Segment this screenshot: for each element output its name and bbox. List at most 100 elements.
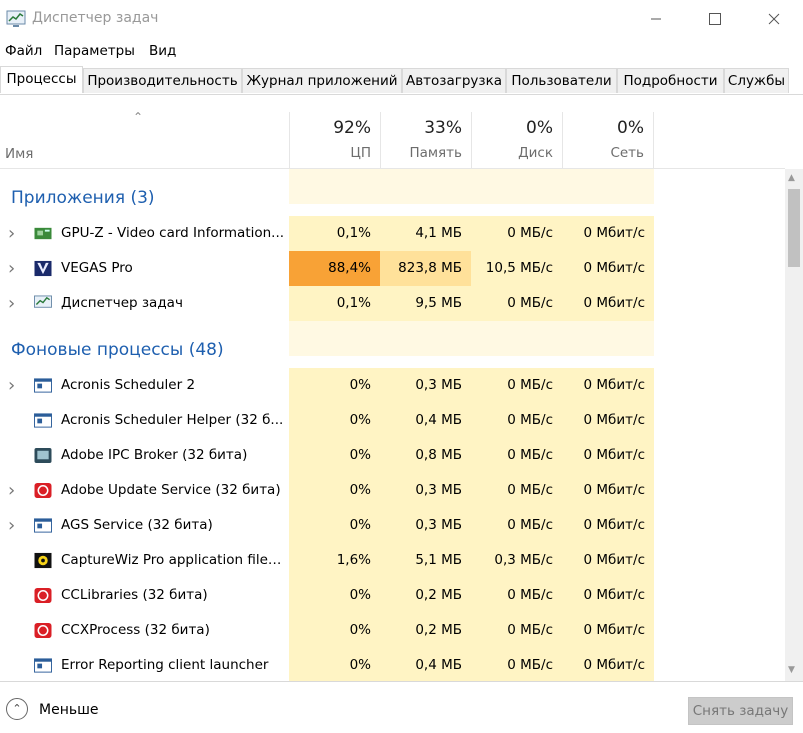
close-icon bbox=[768, 13, 780, 25]
footer: ⌃ Меньше Снять задачу bbox=[0, 681, 803, 733]
memory-label: Память bbox=[409, 145, 462, 161]
net-value: 0 Мбит/с bbox=[583, 657, 645, 673]
process-list: Приложения (3) › GPU-Z - Video card Inform… bbox=[0, 169, 785, 681]
heat-cell bbox=[380, 169, 471, 204]
network-label: Сеть bbox=[610, 145, 644, 161]
net-value: 0 Мбит/с bbox=[583, 552, 645, 568]
net-value: 0 Мбит/с bbox=[583, 517, 645, 533]
disk-value: 0,3 МБ/с bbox=[494, 552, 553, 568]
disk-value: 0 МБ/с bbox=[507, 412, 553, 428]
menu-options[interactable]: Параметры bbox=[54, 43, 135, 59]
expand-chevron-icon[interactable]: › bbox=[8, 251, 15, 286]
table-row[interactable]: CaptureWiz Pro application file ... 1,6% 5… bbox=[0, 543, 785, 578]
app-window-icon bbox=[34, 658, 52, 673]
fewer-details-link[interactable]: Меньше bbox=[39, 702, 99, 718]
table-row[interactable]: › Acronis Scheduler 2 0% 0,3 МБ 0 МБ/с 0 Мбит… bbox=[0, 368, 785, 403]
mem-value: 0,2 МБ bbox=[415, 587, 462, 603]
table-row[interactable]: Adobe IPC Broker (32 бита) 0% 0,8 МБ 0 МБ/с… bbox=[0, 438, 785, 473]
group-header: Фоновые процессы (48) bbox=[0, 321, 785, 368]
table-row[interactable]: › Диспетчер задач 0,1% 9,5 МБ 0 МБ/с 0 Мбит/с bbox=[0, 286, 785, 321]
cpu-value: 0% bbox=[349, 587, 371, 603]
process-name: VEGAS Pro bbox=[61, 260, 133, 276]
mem-value: 0,3 МБ bbox=[415, 482, 462, 498]
process-name: GPU-Z - Video card Information... bbox=[61, 225, 285, 241]
tab-performance[interactable]: Производительность bbox=[83, 68, 242, 93]
column-network[interactable]: 0% Сеть bbox=[562, 112, 654, 168]
table-row[interactable]: Error Reporting client launcher 0% 0,4 МБ 0… bbox=[0, 648, 785, 681]
heat-cell bbox=[471, 169, 562, 204]
menu-file[interactable]: Файл bbox=[5, 43, 42, 59]
maximize-icon bbox=[709, 13, 721, 25]
cpu-value: 0% bbox=[349, 447, 371, 463]
disk-label: Диск bbox=[518, 145, 553, 161]
vertical-scrollbar[interactable]: ▲ ▼ bbox=[785, 169, 803, 681]
heat-cell bbox=[471, 321, 562, 356]
group-title[interactable]: Приложения (3) bbox=[11, 181, 155, 216]
capturewiz-icon bbox=[34, 552, 52, 569]
tab-details[interactable]: Подробности bbox=[617, 68, 724, 93]
process-name: CCXProcess (32 бита) bbox=[61, 622, 210, 638]
table-row[interactable]: › GPU-Z - Video card Information... 0,1% 4,… bbox=[0, 216, 785, 251]
expand-chevron-icon[interactable]: › bbox=[8, 368, 15, 403]
task-manager-icon bbox=[6, 10, 26, 27]
disk-value: 0 МБ/с bbox=[507, 517, 553, 533]
table-row[interactable]: Acronis Scheduler Helper (32 б... 0% 0,4 М… bbox=[0, 403, 785, 438]
table-row[interactable]: › Adobe Update Service (32 бита) 0% 0,3 МБ 0… bbox=[0, 473, 785, 508]
cpu-value: 0% bbox=[349, 412, 371, 428]
column-name[interactable]: Имя bbox=[5, 146, 33, 162]
maximize-button[interactable] bbox=[692, 0, 738, 38]
table-row[interactable]: CCLibraries (32 бита) 0% 0,2 МБ 0 МБ/с 0 Мби… bbox=[0, 578, 785, 613]
column-disk[interactable]: 0% Диск bbox=[471, 112, 562, 168]
table-row[interactable]: CCXProcess (32 бита) 0% 0,2 МБ 0 МБ/с 0 Мбит… bbox=[0, 613, 785, 648]
tab-app-history[interactable]: Журнал приложений bbox=[242, 68, 402, 93]
tab-processes[interactable]: Процессы bbox=[0, 66, 83, 93]
minimize-button[interactable] bbox=[633, 0, 679, 38]
vegas-icon bbox=[34, 260, 52, 277]
scroll-down-icon[interactable]: ▼ bbox=[788, 665, 795, 675]
disk-value: 0 МБ/с bbox=[507, 447, 553, 463]
collapse-details-icon[interactable]: ⌃ bbox=[6, 698, 28, 720]
cpu-value: 0% bbox=[349, 657, 371, 673]
cpu-value: 88,4% bbox=[328, 260, 371, 276]
tab-services[interactable]: Службы bbox=[724, 68, 789, 93]
scroll-thumb[interactable] bbox=[788, 189, 800, 267]
net-value: 0 Мбит/с bbox=[583, 260, 645, 276]
end-task-button[interactable]: Снять задачу bbox=[688, 697, 793, 725]
cpu-total: 92% bbox=[333, 118, 371, 138]
adobe-ipc-icon bbox=[34, 447, 52, 464]
disk-value: 0 МБ/с bbox=[507, 225, 553, 241]
mem-value: 823,8 МБ bbox=[398, 260, 462, 276]
disk-value: 0 МБ/с bbox=[507, 482, 553, 498]
sort-ascending-icon: ⌃ bbox=[133, 110, 144, 124]
tab-users[interactable]: Пользователи bbox=[506, 68, 617, 93]
mem-value: 5,1 МБ bbox=[415, 552, 462, 568]
tab-startup[interactable]: Автозагрузка bbox=[402, 68, 506, 93]
expand-chevron-icon[interactable]: › bbox=[8, 216, 15, 251]
app-window-icon bbox=[34, 413, 52, 428]
heat-cell bbox=[289, 169, 380, 204]
mem-value: 0,3 МБ bbox=[415, 377, 462, 393]
cpu-value: 0% bbox=[349, 377, 371, 393]
process-name: Диспетчер задач bbox=[61, 295, 183, 311]
expand-chevron-icon[interactable]: › bbox=[8, 508, 15, 543]
heat-cell bbox=[562, 321, 654, 356]
process-name: AGS Service (32 бита) bbox=[61, 517, 213, 533]
table-row[interactable]: › VEGAS Pro 88,4% 823,8 МБ 10,5 МБ/с 0 Мбит/с bbox=[0, 251, 785, 286]
scroll-up-icon[interactable]: ▲ bbox=[788, 173, 795, 183]
process-name: CCLibraries (32 бита) bbox=[61, 587, 208, 603]
memory-total: 33% bbox=[424, 118, 462, 138]
title-bar: Диспетчер задач bbox=[0, 0, 803, 38]
process-name: CaptureWiz Pro application file ... bbox=[61, 552, 285, 568]
close-button[interactable] bbox=[751, 0, 797, 38]
expand-chevron-icon[interactable]: › bbox=[8, 286, 15, 321]
column-cpu[interactable]: 92% ЦП bbox=[289, 112, 380, 168]
task-manager-icon bbox=[34, 295, 52, 308]
process-name: Adobe IPC Broker (32 бита) bbox=[61, 447, 248, 463]
column-memory[interactable]: 33% Память bbox=[380, 112, 471, 168]
process-name: Adobe Update Service (32 бита) bbox=[61, 482, 281, 498]
table-row[interactable]: › AGS Service (32 бита) 0% 0,3 МБ 0 МБ/с 0 Мб… bbox=[0, 508, 785, 543]
menu-view[interactable]: Вид bbox=[149, 43, 176, 59]
group-title[interactable]: Фоновые процессы (48) bbox=[11, 333, 224, 368]
net-value: 0 Мбит/с bbox=[583, 295, 645, 311]
expand-chevron-icon[interactable]: › bbox=[8, 473, 15, 508]
